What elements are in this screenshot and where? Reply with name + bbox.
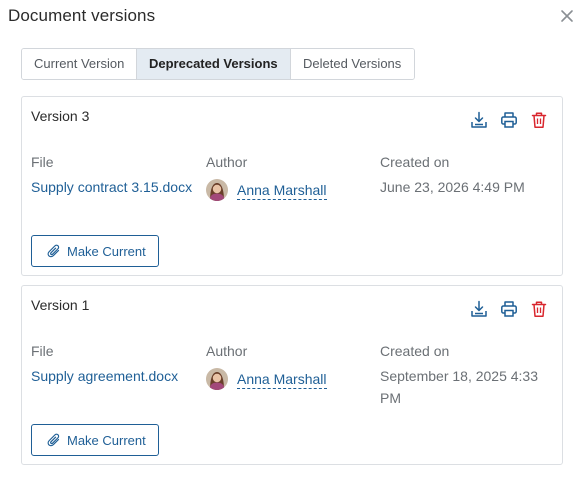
version-actions bbox=[470, 111, 552, 131]
file-label: File bbox=[31, 154, 54, 170]
make-current-label: Make Current bbox=[67, 432, 146, 448]
created-on-value: September 18, 2025 4:33 PM bbox=[380, 368, 539, 406]
make-current-button[interactable]: Make Current bbox=[31, 424, 159, 456]
version-card: Version 3 File Author Created on Supply bbox=[21, 96, 563, 276]
printer-icon[interactable] bbox=[500, 111, 518, 129]
paperclip-icon bbox=[47, 433, 60, 447]
file-link[interactable]: Supply contract 3.15.docx bbox=[31, 176, 196, 198]
make-current-button[interactable]: Make Current bbox=[31, 235, 159, 267]
trash-icon[interactable] bbox=[530, 111, 548, 129]
tab-deleted-versions[interactable]: Deleted Versions bbox=[291, 49, 414, 79]
created-on-label: Created on bbox=[380, 154, 450, 170]
tab-deprecated-versions[interactable]: Deprecated Versions bbox=[137, 49, 291, 79]
tab-current-version[interactable]: Current Version bbox=[22, 49, 137, 79]
download-icon[interactable] bbox=[470, 300, 488, 318]
close-icon[interactable] bbox=[560, 9, 574, 23]
created-on-value: June 23, 2026 4:49 PM bbox=[380, 179, 525, 195]
author-label: Author bbox=[206, 154, 248, 170]
file-link[interactable]: Supply agreement.docx bbox=[31, 365, 196, 387]
download-icon[interactable] bbox=[470, 111, 488, 129]
make-current-label: Make Current bbox=[67, 243, 146, 259]
version-actions bbox=[470, 300, 552, 320]
version-tabs: Current Version Deprecated Versions Dele… bbox=[21, 48, 415, 80]
version-card: Version 1 File Author Created on Supply bbox=[21, 285, 563, 465]
version-title: Version 3 bbox=[31, 108, 90, 124]
author-name-link[interactable]: Anna Marshall bbox=[237, 371, 327, 389]
file-label: File bbox=[31, 343, 54, 359]
avatar bbox=[206, 368, 228, 390]
dialog-title: Document versions bbox=[8, 6, 156, 25]
author-label: Author bbox=[206, 343, 248, 359]
version-title: Version 1 bbox=[31, 297, 90, 313]
avatar bbox=[206, 179, 228, 201]
trash-icon[interactable] bbox=[530, 300, 548, 318]
author-name-link[interactable]: Anna Marshall bbox=[237, 182, 327, 200]
printer-icon[interactable] bbox=[500, 300, 518, 318]
created-on-label: Created on bbox=[380, 343, 450, 359]
paperclip-icon bbox=[47, 244, 60, 258]
